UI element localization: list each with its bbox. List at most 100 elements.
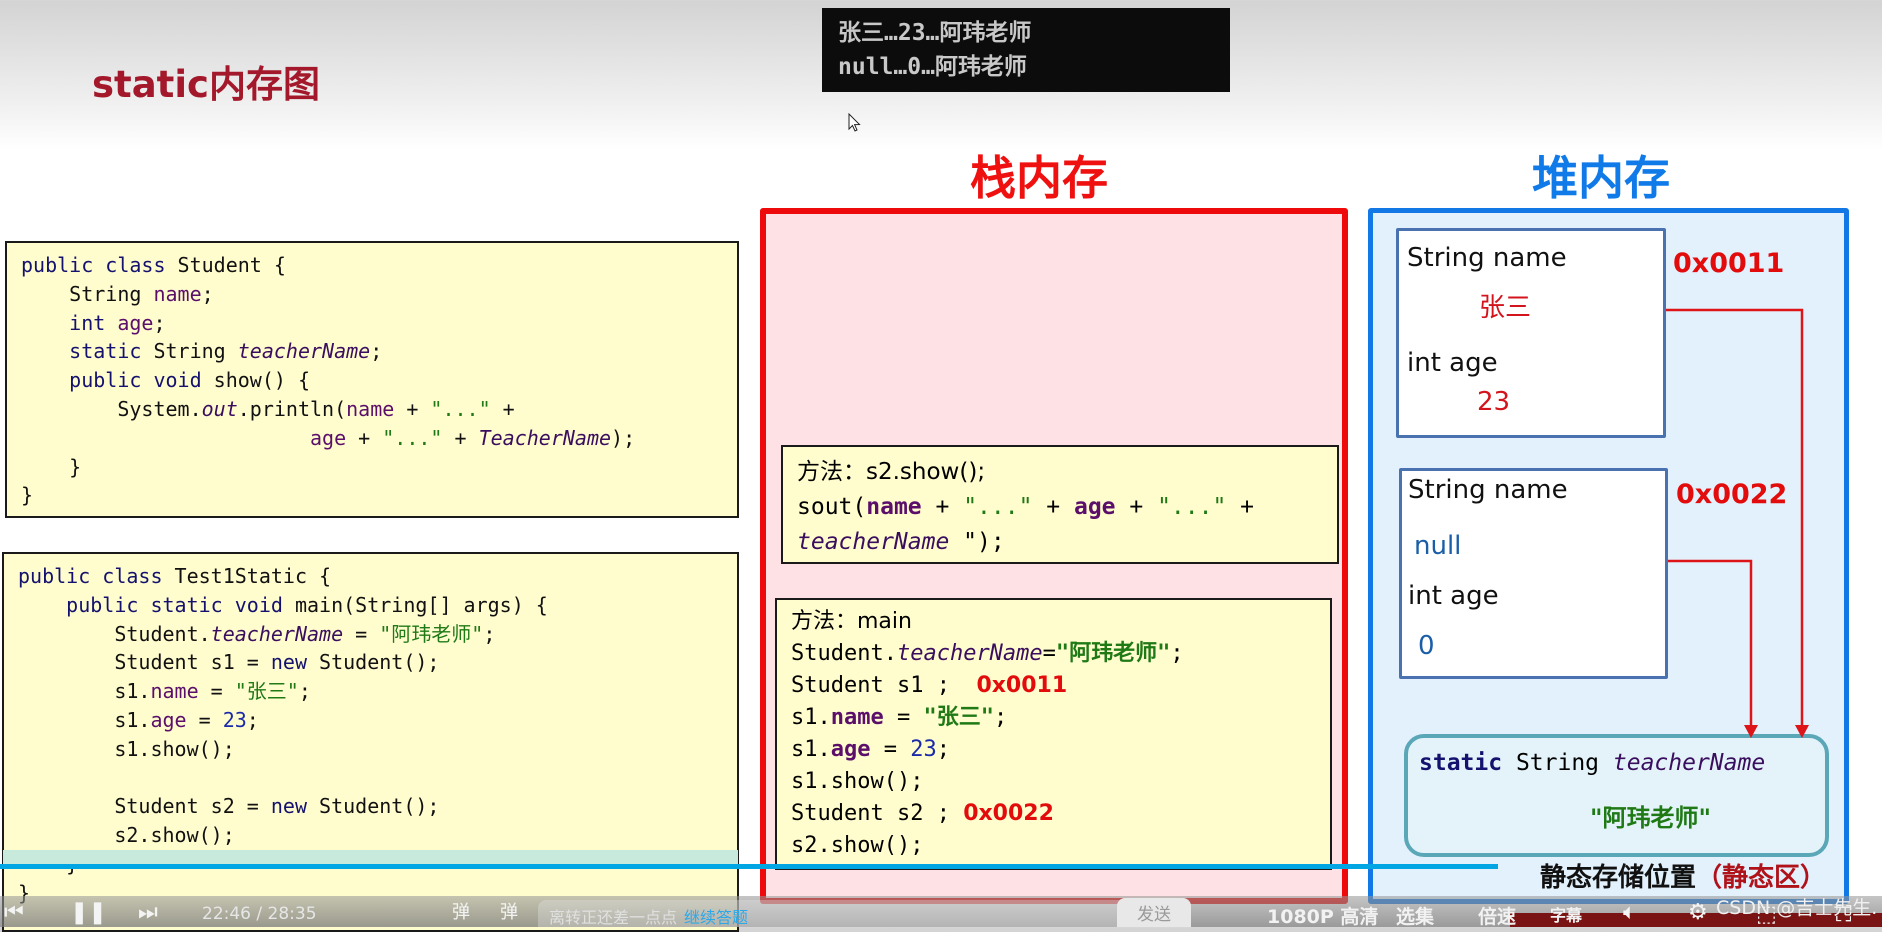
code-token: 0x0022 (963, 801, 1054, 826)
code-token: s1. (791, 705, 831, 730)
code-token: sout( (797, 494, 867, 520)
code-line: Student.teacherName="阿玮老师"; (791, 638, 1330, 670)
code-token: name (150, 679, 199, 704)
time-display: 22:46 / 28:35 (202, 904, 317, 924)
code-token: static (21, 339, 154, 364)
code-token: name (153, 281, 202, 306)
code-line: s1.name = "张三"; (791, 702, 1330, 734)
code-line: Student s1 = new Student(); (18, 648, 737, 677)
code-token: = (198, 679, 235, 704)
code-token: new (270, 650, 320, 675)
code-token: "..." (430, 396, 491, 421)
code-token: teacherName (896, 641, 1043, 666)
settings-gear-icon[interactable]: ⚙ (1688, 902, 1708, 924)
code-line: s1.name = "张三"; (18, 677, 737, 706)
progress-bar[interactable] (0, 864, 1499, 869)
stack-memory-heading: 栈内存 (970, 151, 1108, 205)
watermark: CSDN @吉士先生. (1716, 897, 1878, 919)
code-token: out (201, 396, 238, 421)
code-token: = (186, 707, 223, 732)
code-token: ; (246, 707, 259, 732)
continue-quiz-link[interactable]: 继续答题 (684, 904, 748, 928)
danmaku-toggle-icon[interactable]: 弹 (452, 902, 470, 924)
code-token: s2.show(); (791, 833, 924, 858)
code-token: teacherName (237, 339, 371, 364)
caption-paren: （静态区） (1696, 863, 1827, 893)
console-line: 张三…23…阿玮老师 (838, 20, 1032, 46)
code-token: s1.show(); (18, 736, 235, 761)
code-token: 23 (222, 707, 247, 732)
code-token: + (394, 396, 431, 421)
code-token: new (270, 794, 320, 819)
mouse-cursor-icon (848, 113, 861, 132)
code-token: = (343, 621, 380, 646)
frame-header: 方法：main (791, 609, 912, 634)
code-token: public void (21, 368, 214, 393)
code-token: age (309, 425, 347, 450)
code-token: age (1073, 494, 1116, 520)
code-token: Student s1 ; (791, 673, 977, 698)
subtitle-button[interactable]: 字幕 (1550, 902, 1582, 926)
code-line: static String teacherName; (21, 337, 737, 366)
code-line: Student s2 = new Student(); (18, 792, 737, 821)
code-line: Student s1 ; 0x0011 (791, 670, 1330, 702)
code-token: s1.show(); (791, 769, 924, 794)
code-token: "..." (1157, 494, 1227, 520)
next-icon[interactable]: ⏭ (138, 902, 158, 924)
caption-text: 静态存储位置 (1540, 863, 1697, 893)
frame-code: Student.teacherName="阿玮老师"; Student s1 ; … (791, 638, 1330, 862)
code-token: ; (936, 737, 950, 762)
code-token: Student(); (319, 794, 440, 819)
code-token: public static void (18, 592, 295, 617)
code-token: "); (949, 529, 1005, 555)
static-field-value: "阿玮老师" (1590, 804, 1712, 832)
code-token: ); (611, 425, 636, 450)
quality-selector[interactable]: 1080P 高清 (1267, 902, 1378, 929)
code-token: name (830, 705, 884, 730)
slide-title: static内存图 (92, 63, 320, 106)
field-label: int age (1407, 348, 1498, 378)
code-token: age (150, 707, 187, 732)
code-token: String (21, 281, 154, 306)
episodes-button[interactable]: 选集 (1396, 902, 1434, 929)
code-token: "张三" (923, 705, 994, 730)
code-token: main(String[] args) { (294, 592, 548, 617)
code-token: Student(); (319, 650, 440, 675)
heap-object-s2: String name null int age 0 (1399, 468, 1668, 679)
speed-button[interactable]: 倍速 (1478, 902, 1516, 929)
code-token: s1. (18, 707, 151, 732)
static-type: String (1502, 750, 1613, 776)
code-token: ; (370, 339, 383, 364)
code-token: int (21, 310, 118, 335)
code-token: } (21, 483, 34, 508)
code-token: public class (21, 253, 178, 277)
volume-icon[interactable]: 🔈︎ (1623, 902, 1636, 924)
code-line: s2.show(); (791, 830, 1330, 862)
send-button[interactable]: 发送 (1117, 898, 1191, 927)
object-address: 0x0022 (1676, 479, 1788, 510)
code-token: } (21, 454, 82, 479)
code-line: System.out.println(name + "..." + (21, 395, 737, 424)
code-line: String name; (21, 280, 737, 309)
pause-button[interactable]: ❚❚ (70, 902, 107, 924)
code-token: Student { (177, 253, 286, 277)
danmaku-settings-icon[interactable]: 弹 (500, 902, 518, 924)
frame-code: sout(name + "..." + age + "..." + teacher… (797, 490, 1337, 560)
code-token: Student. (18, 621, 211, 646)
previous-icon[interactable]: ⏮ (4, 902, 24, 924)
code-token: ; (201, 281, 214, 306)
code-token: + (490, 396, 515, 421)
field-value: 23 (1477, 387, 1511, 417)
code-token: + (921, 494, 964, 520)
field-label: int age (1408, 581, 1499, 611)
code-token: + (442, 425, 479, 450)
code-token: "阿玮老师" (379, 621, 484, 646)
code-line: s1.age = 23; (18, 706, 737, 735)
field-label: String name (1408, 475, 1568, 505)
code-token: show() { (213, 368, 310, 393)
code-token: Test1Static { (174, 564, 332, 588)
static-keyword: static (1419, 750, 1503, 776)
code-token: name (346, 396, 395, 421)
code-token: + (1226, 494, 1255, 520)
code-token: Student s1 = (18, 650, 271, 675)
